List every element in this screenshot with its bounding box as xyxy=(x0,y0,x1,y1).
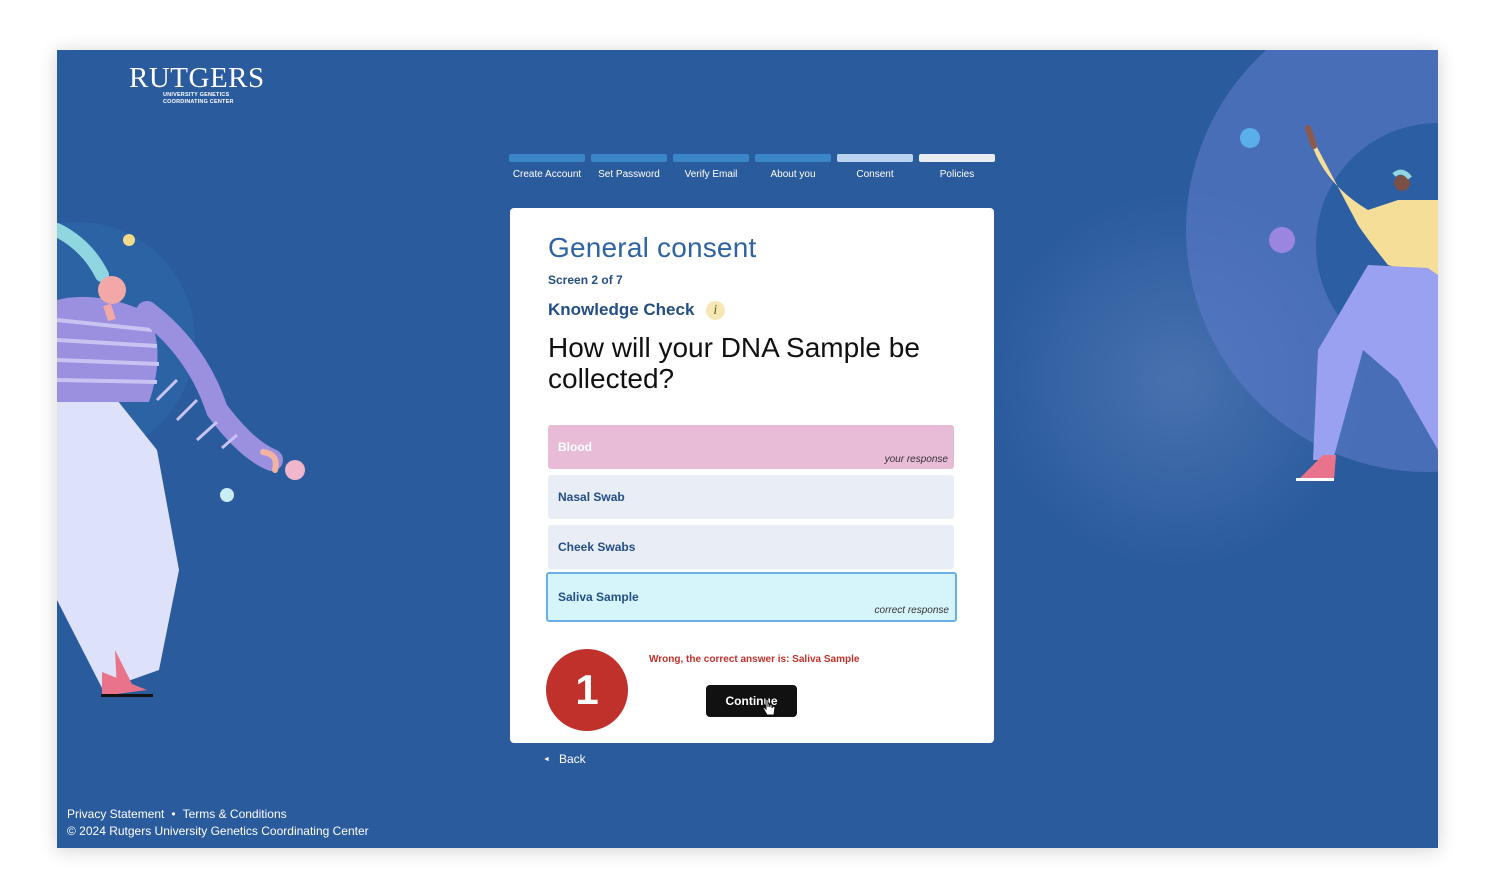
step-label: Consent xyxy=(856,169,894,180)
copyright-text: © 2024 Rutgers University Genetics Coord… xyxy=(67,824,369,838)
step-label: Policies xyxy=(939,169,975,180)
answer-option-saliva-sample[interactable]: Saliva Sample correct response xyxy=(546,572,957,622)
step-label: Set Password xyxy=(598,169,660,180)
step-create-account: Create Account xyxy=(509,154,585,180)
page-title: General consent xyxy=(548,232,757,263)
continue-button[interactable]: Continue xyxy=(706,685,797,717)
knowledge-check-header: Knowledge Check i xyxy=(548,300,725,322)
attempt-badge: 1 xyxy=(546,649,628,731)
option-label: Cheek Swabs xyxy=(558,540,636,554)
logo-subtitle-line2: COORDINATING CENTER xyxy=(163,99,234,105)
left-illustration xyxy=(57,222,305,697)
progress-stepper: Create Account Set Password Verify Email… xyxy=(509,154,995,194)
back-arrow-icon: ◄ xyxy=(543,756,550,763)
footer-links: Privacy Statement • Terms & Conditions xyxy=(67,806,369,823)
back-link[interactable]: ◄ Back xyxy=(543,752,586,766)
info-icon[interactable]: i xyxy=(705,300,725,320)
step-bar xyxy=(673,154,749,162)
feedback-message: Wrong, the correct answer is: Saliva Sam… xyxy=(649,654,860,665)
answer-option-nasal-swab[interactable]: Nasal Swab xyxy=(548,475,954,519)
footer-separator: • xyxy=(171,807,176,821)
screen-counter: Screen 2 of 7 xyxy=(548,273,623,287)
option-label: Saliva Sample xyxy=(558,590,639,604)
your-response-note: your response xyxy=(884,454,948,465)
option-label: Blood xyxy=(558,440,592,454)
mouse-pointer-icon xyxy=(762,698,776,716)
consent-card: General consent Screen 2 of 7 Knowledge … xyxy=(510,208,994,743)
step-bar xyxy=(591,154,667,162)
step-bar xyxy=(755,154,831,162)
right-illustration xyxy=(1186,50,1438,481)
privacy-statement-link[interactable]: Privacy Statement xyxy=(67,807,164,821)
step-label: Verify Email xyxy=(684,169,738,180)
correct-response-note: correct response xyxy=(874,605,949,616)
step-bar xyxy=(919,154,995,162)
step-verify-email: Verify Email xyxy=(673,154,749,180)
footer: Privacy Statement • Terms & Conditions © 2… xyxy=(67,806,369,840)
step-about-you: About you xyxy=(755,154,831,180)
step-bar xyxy=(509,154,585,162)
step-policies: Policies xyxy=(919,154,995,180)
step-label: About you xyxy=(770,169,816,180)
back-label: Back xyxy=(558,752,586,766)
answer-option-cheek-swabs[interactable]: Cheek Swabs xyxy=(548,525,954,569)
step-set-password: Set Password xyxy=(591,154,667,180)
question-text: How will your DNA Sample be collected? xyxy=(548,332,920,394)
step-consent: Consent xyxy=(837,154,913,180)
answer-option-blood[interactable]: Blood your response xyxy=(548,425,954,469)
step-label: Create Account xyxy=(512,169,582,180)
terms-conditions-link[interactable]: Terms & Conditions xyxy=(183,807,287,821)
logo-wordmark: RUTGERS xyxy=(129,62,265,94)
rutgers-logo[interactable]: RUTGERS UNIVERSITY GENETICS COORDINATING… xyxy=(129,64,265,106)
step-bar xyxy=(837,154,913,162)
option-label: Nasal Swab xyxy=(558,490,625,504)
knowledge-check-label: Knowledge Check xyxy=(548,300,695,319)
page-frame: RUTGERS UNIVERSITY GENETICS COORDINATING… xyxy=(57,50,1438,848)
